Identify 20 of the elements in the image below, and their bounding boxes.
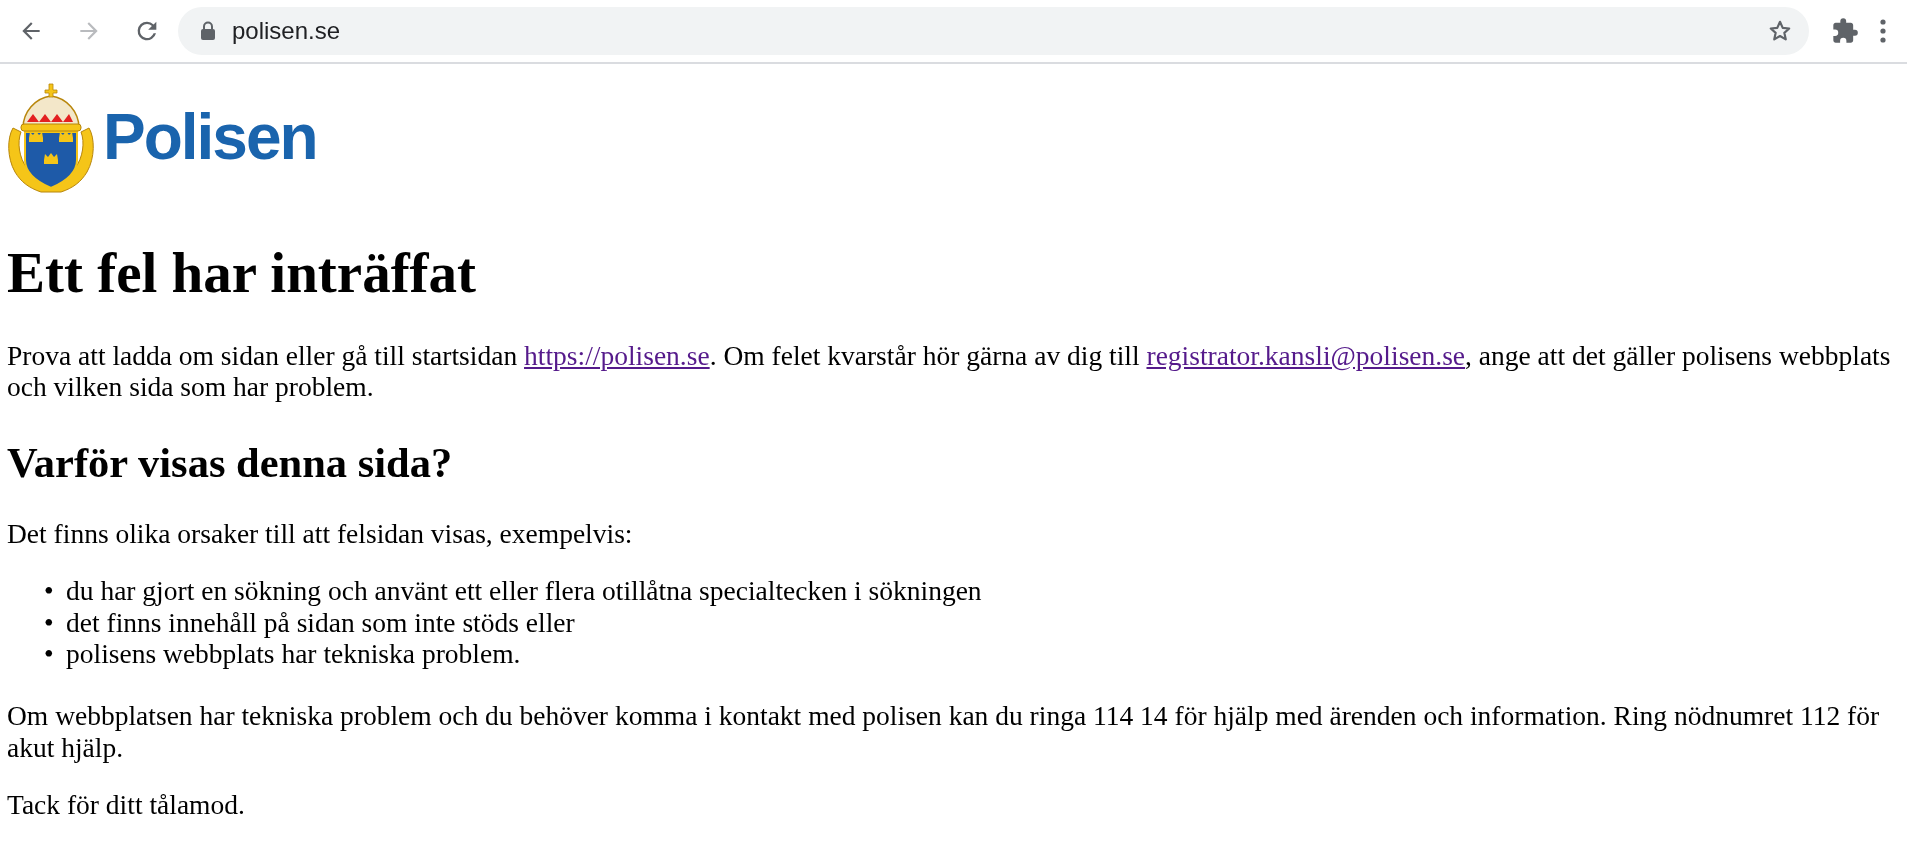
puzzle-piece-icon[interactable]: [1831, 17, 1859, 45]
list-bullet: •: [44, 606, 55, 639]
url-field[interactable]: polisen.se: [232, 17, 1767, 45]
list-bullet: •: [44, 638, 55, 670]
thanks-text: Tack för ditt tålamod.: [7, 789, 246, 821]
link[interactable]: registrator.kansli@polisen.se: [1146, 339, 1466, 371]
section-heading: Varför visas denna sida?: [7, 438, 454, 488]
help-paragraph: Om webbplatsen har tekniska problem och du behöver komma i kontakt med polisen kan du ringa 114 14 för hjälp med ärenden och information. Ring nödnumret 112 för akut hjälp.: [7, 700, 1881, 764]
list-item: du har gjort en sökning och använt ett eller flera otillåtna specialtecken i sökningen: [66, 575, 982, 607]
link[interactable]: https://polisen.se: [524, 339, 710, 371]
intro-paragraph: Prova att ladda om sidan eller gå till startsidan https://polisen.se. Om felet kvarstår hör gärna av dig till registrator.kansli@polisen.se, ange att det gäller polisens webbplats och vilken sida som har problem.: [7, 339, 1892, 403]
address-bar[interactable]: polisen.se: [178, 7, 1809, 55]
page-heading: Ett fel har inträffat: [7, 240, 478, 306]
list-bullet: •: [44, 575, 55, 607]
menu-icon[interactable]: [1879, 18, 1887, 44]
reasons-intro: Det finns olika orsaker till att felsidan visas, exempelvis:: [7, 517, 634, 550]
list-item: det finns innehåll på sidan som inte stöds eller: [66, 606, 575, 639]
list-item: polisens webbplats har tekniska problem.: [66, 638, 521, 670]
logo-text: Polisen: [103, 100, 317, 174]
lock-icon: [200, 21, 216, 41]
